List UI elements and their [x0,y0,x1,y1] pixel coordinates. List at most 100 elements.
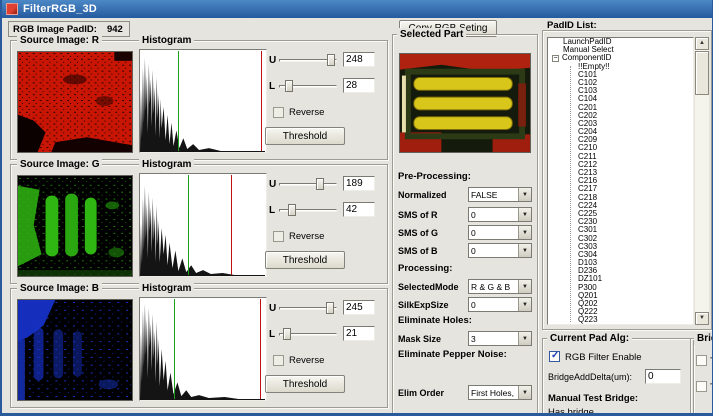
current-pad-alg-group: Current Pad Alg: RGB Filter Enable Bridg… [542,338,694,416]
combo-value: 0 [471,228,476,238]
elim-order-select[interactable]: First Holes, ▼ [468,385,532,400]
reverse-checkbox[interactable] [273,231,284,242]
tl-checkbox-1[interactable] [696,355,707,366]
l-value-input[interactable] [343,78,375,93]
histogram-b-plot [139,297,267,401]
u-value-input[interactable] [343,176,375,191]
tree-item[interactable]: C210 [548,144,693,152]
normalized-select[interactable]: FALSE ▼ [468,187,532,202]
tree-item[interactable]: C102 [548,79,693,87]
l-slider-thumb[interactable] [283,328,291,340]
u-value-input[interactable] [343,52,375,67]
u-slider-thumb[interactable] [316,178,324,190]
u-slider[interactable] [279,53,337,67]
tree-item[interactable]: C204 [548,128,693,136]
tree-item[interactable]: C212 [548,161,693,169]
rgb-filter-enable-checkbox[interactable] [549,351,560,362]
tree-item[interactable]: Q222 [548,308,693,316]
u-slider[interactable] [279,301,337,315]
tree-item[interactable]: D236 [548,267,693,275]
l-value-input[interactable] [343,202,375,217]
scrollbar-thumb[interactable] [695,51,709,95]
tree-item[interactable]: Q223 [548,316,693,324]
tree-item[interactable]: !!Empty!! [548,63,693,71]
tree-item[interactable]: C303 [548,243,693,251]
tree-item[interactable]: DZ101 [548,275,693,283]
sms-of-b-select[interactable]: 0 ▼ [468,243,532,258]
histogram-g-plot [139,173,267,277]
silk-exp-size-select[interactable]: 0 ▼ [468,297,532,312]
bridge-add-delta-input[interactable] [645,369,681,384]
padid-tree[interactable]: LaunchPadIDManual Select−ComponentID!!Em… [547,37,694,325]
high-threshold-line [260,299,261,399]
tree-item[interactable]: C304 [548,251,693,259]
tree-item[interactable]: C211 [548,153,693,161]
tree-item[interactable]: C218 [548,194,693,202]
l-slider[interactable] [279,79,337,93]
sms-of-r-label: SMS of R [398,210,438,220]
tl-checkbox-2[interactable] [696,381,707,392]
tree-scrollbar[interactable]: ▲ ▼ [695,37,709,325]
scroll-up-icon[interactable]: ▲ [695,37,709,50]
scroll-down-icon[interactable]: ▼ [695,312,709,325]
tree-item[interactable]: −ComponentID [548,54,693,62]
elim-order-label: Elim Order [398,388,444,398]
reverse-checkbox[interactable] [273,107,284,118]
tree-item[interactable]: C202 [548,112,693,120]
tree-item[interactable]: C224 [548,202,693,210]
histogram-g-title: Histogram [139,158,194,171]
tree-item[interactable]: C101 [548,71,693,79]
title-bar[interactable]: FilterRGB_3D [2,0,712,18]
collapse-icon[interactable]: − [552,55,559,62]
threshold-button[interactable]: Threshold [265,375,345,393]
u-label: U [269,303,276,314]
u-value-input[interactable] [343,300,375,315]
tree-item[interactable]: D103 [548,259,693,267]
source-image-r-view [17,51,133,153]
tree-item[interactable]: Q202 [548,300,693,308]
reverse-checkbox[interactable] [273,355,284,366]
u-slider-track[interactable] [279,183,337,186]
tree-item[interactable]: C217 [548,185,693,193]
source-image-r-group: Source Image: R Histogram [10,40,388,160]
l-slider-thumb[interactable] [288,204,296,216]
tree-item[interactable]: C103 [548,87,693,95]
selected-mode-select[interactable]: R & G & B ▼ [468,279,532,294]
l-slider[interactable] [279,203,337,217]
u-slider-thumb[interactable] [326,302,334,314]
tree-item[interactable]: P300 [548,284,693,292]
tree-item[interactable]: C209 [548,136,693,144]
eliminate-pepper-noise-header: Eliminate Pepper Noise: [398,349,507,360]
l-slider-thumb[interactable] [285,80,293,92]
source-image-g-title: Source Image: G [17,158,102,171]
eliminate-holes-header: Eliminate Holes: [398,315,472,326]
u-slider-thumb[interactable] [327,54,335,66]
tree-item[interactable]: C203 [548,120,693,128]
u-slider[interactable] [279,177,337,191]
tree-item[interactable]: C213 [548,169,693,177]
tree-item[interactable]: C104 [548,95,693,103]
tree-item[interactable]: C230 [548,218,693,226]
low-threshold-line [188,175,189,275]
sms-of-g-label: SMS of G [398,228,438,238]
chevron-down-icon: ▼ [518,208,531,221]
sms-of-g-select[interactable]: 0 ▼ [468,225,532,240]
chevron-down-icon: ▼ [518,386,531,399]
low-threshold-line [174,299,175,399]
mask-size-select[interactable]: 3 ▼ [468,331,532,346]
tree-item[interactable]: C225 [548,210,693,218]
tree-item[interactable]: C301 [548,226,693,234]
l-value-input[interactable] [343,326,375,341]
l-label: L [269,329,275,340]
chevron-down-icon: ▼ [518,244,531,257]
tree-item[interactable]: C216 [548,177,693,185]
source-image-g-view [17,175,133,277]
tree-item[interactable]: C302 [548,235,693,243]
threshold-button[interactable]: Threshold [265,251,345,269]
threshold-button[interactable]: Threshold [265,127,345,145]
l-slider[interactable] [279,327,337,341]
tree-item[interactable]: C201 [548,104,693,112]
tree-item[interactable]: Q201 [548,292,693,300]
sms-of-r-select[interactable]: 0 ▼ [468,207,532,222]
mask-size-label: Mask Size [398,334,441,344]
